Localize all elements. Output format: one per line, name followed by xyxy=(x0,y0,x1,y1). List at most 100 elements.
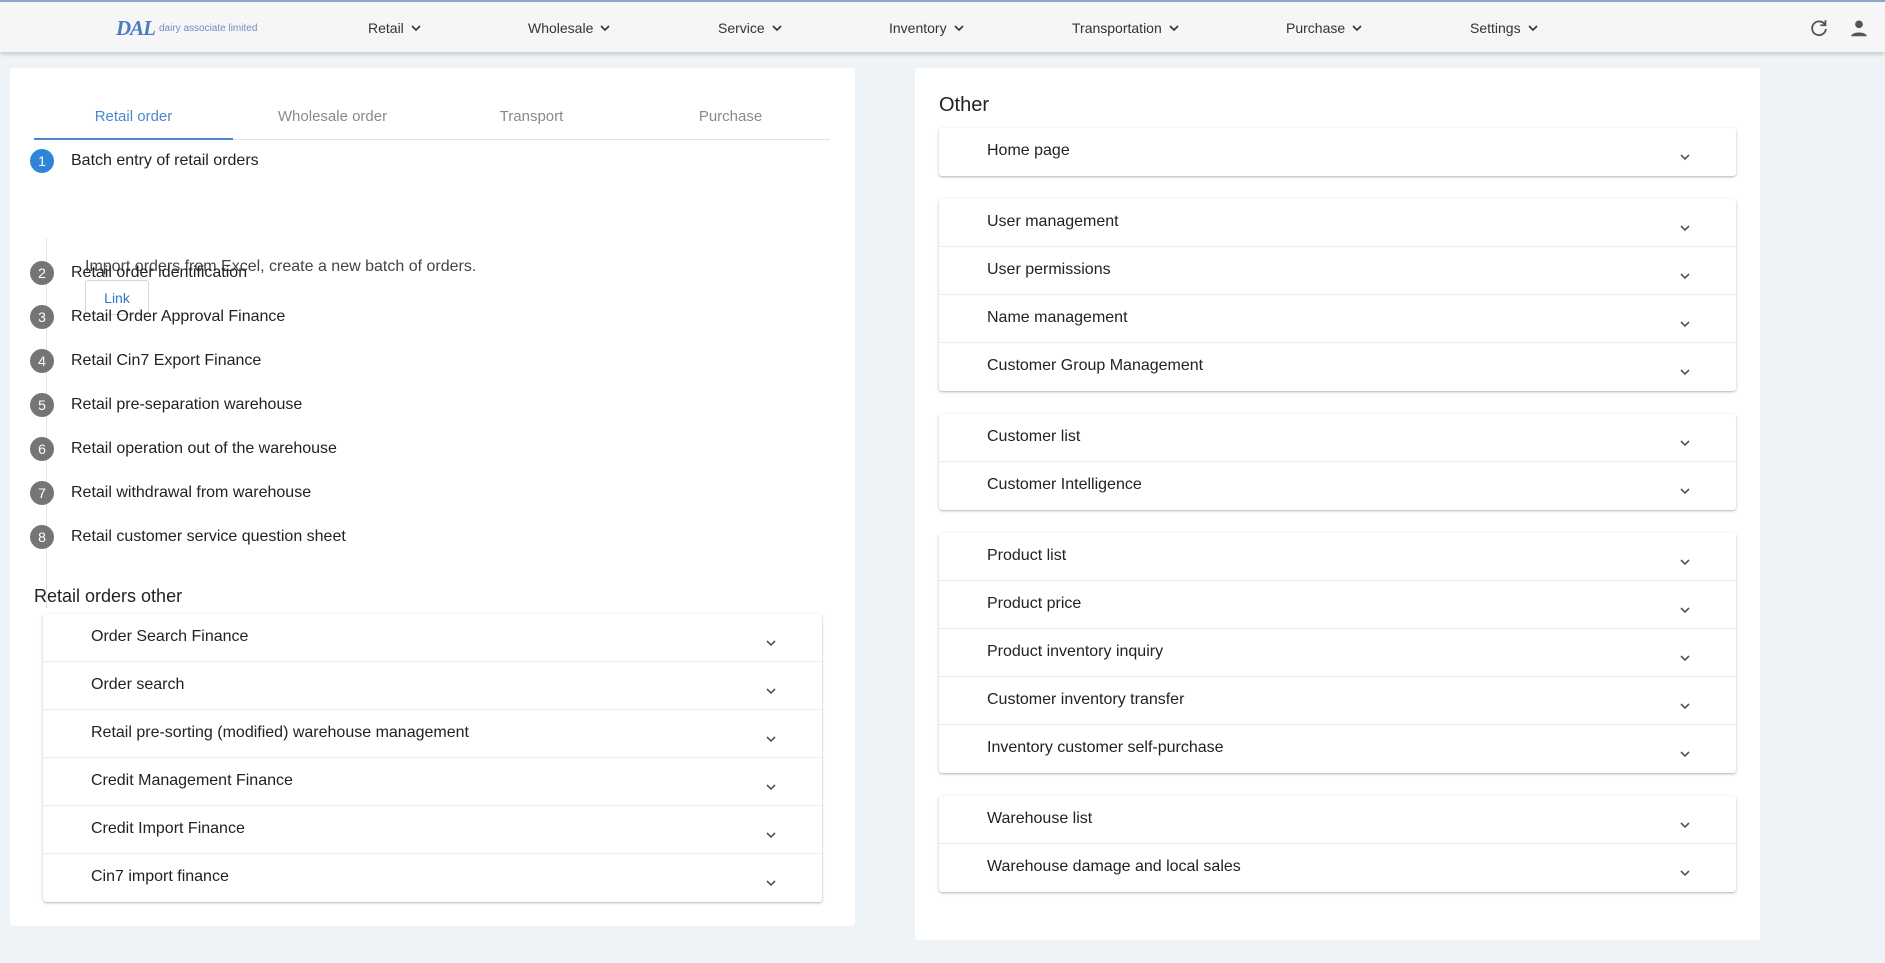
nav-label: Wholesale xyxy=(528,20,594,36)
chevron-down-icon xyxy=(1680,440,1690,447)
accordion-label: Credit Management Finance xyxy=(91,772,293,789)
nav-service[interactable]: Service xyxy=(718,20,783,36)
chevron-down-icon xyxy=(954,25,964,32)
chevron-down-icon xyxy=(766,880,776,887)
chevron-down-icon xyxy=(1352,25,1362,32)
home-accordion-group: Home page xyxy=(939,128,1736,176)
step-number: 3 xyxy=(30,305,54,329)
step-number: 1 xyxy=(30,149,54,173)
stepper-connector xyxy=(46,238,47,608)
accordion-label: Warehouse list xyxy=(987,810,1093,827)
accordion-item[interactable]: Customer list xyxy=(939,414,1736,462)
accordion-label: Customer inventory transfer xyxy=(987,691,1185,708)
accordion-label: Inventory customer self-purchase xyxy=(987,739,1224,756)
retail-workflow-panel: Retail order Wholesale order Transport P… xyxy=(10,68,855,926)
nav-inventory[interactable]: Inventory xyxy=(889,20,965,36)
user-account-icon[interactable] xyxy=(1848,17,1870,39)
chevron-down-icon xyxy=(1528,25,1538,32)
nav-label: Retail xyxy=(368,20,404,36)
accordion-item[interactable]: User permissions xyxy=(939,247,1736,295)
step-pre-separation[interactable]: 5 Retail pre-separation warehouse xyxy=(10,390,302,420)
accordion-label: Retail pre-sorting (modified) warehouse … xyxy=(91,724,469,741)
accordion-label: Warehouse damage and local sales xyxy=(987,858,1241,875)
accordion-item[interactable]: Customer inventory transfer xyxy=(939,677,1736,725)
chevron-down-icon xyxy=(1680,822,1690,829)
retail-other-accordion: Order Search Finance Order search Retail… xyxy=(43,614,822,902)
nav-purchase[interactable]: Purchase xyxy=(1286,20,1363,36)
nav-label: Purchase xyxy=(1286,20,1346,36)
accordion-item[interactable]: Product price xyxy=(939,581,1736,629)
warehouse-accordion-group: Warehouse list Warehouse damage and loca… xyxy=(939,796,1736,892)
dal-logo[interactable]: DAL dairy associate limited xyxy=(116,14,257,42)
tab-transport[interactable]: Transport xyxy=(432,92,631,139)
refresh-icon[interactable] xyxy=(1808,17,1830,39)
tab-purchase[interactable]: Purchase xyxy=(631,92,830,139)
accordion-label: Name management xyxy=(987,309,1128,326)
accordion-item[interactable]: Warehouse list xyxy=(939,796,1736,844)
tab-retail-order[interactable]: Retail order xyxy=(34,92,233,140)
chevron-down-icon xyxy=(1680,225,1690,232)
accordion-label: Product inventory inquiry xyxy=(987,643,1164,660)
accordion-item[interactable]: Name management xyxy=(939,295,1736,343)
accordion-item[interactable]: Inventory customer self-purchase xyxy=(939,725,1736,773)
accordion-label: Customer Intelligence xyxy=(987,476,1142,493)
step-batch-entry[interactable]: 1 Batch entry of retail orders xyxy=(10,146,259,176)
nav-label: Inventory xyxy=(889,20,947,36)
other-functions-panel: Other Home page User management User per… xyxy=(915,68,1760,940)
accordion-label: Order Search Finance xyxy=(91,628,249,645)
chevron-down-icon xyxy=(1680,607,1690,614)
step-number: 2 xyxy=(30,261,54,285)
accordion-item[interactable]: Credit Import Finance xyxy=(43,806,822,854)
accordion-item[interactable]: Product inventory inquiry xyxy=(939,629,1736,677)
other-title: Other xyxy=(939,94,990,116)
top-navigation-bar: DAL dairy associate limited Retail Whole… xyxy=(0,0,1885,52)
step-withdrawal[interactable]: 7 Retail withdrawal from warehouse xyxy=(10,478,311,508)
accordion-item[interactable]: Retail pre-sorting (modified) warehouse … xyxy=(43,710,822,758)
step-label: Retail Order Approval Finance xyxy=(71,308,286,325)
chevron-down-icon xyxy=(1680,369,1690,376)
nav-label: Service xyxy=(718,20,765,36)
chevron-down-icon xyxy=(766,832,776,839)
accordion-item[interactable]: Warehouse damage and local sales xyxy=(939,844,1736,892)
chevron-down-icon xyxy=(1169,25,1179,32)
chevron-down-icon xyxy=(1680,655,1690,662)
chevron-down-icon xyxy=(1680,321,1690,328)
accordion-label: Home page xyxy=(987,142,1070,159)
accordion-item[interactable]: Product list xyxy=(939,533,1736,581)
logo-mark: DAL xyxy=(116,15,156,40)
step-order-approval[interactable]: 3 Retail Order Approval Finance xyxy=(10,302,285,332)
nav-retail[interactable]: Retail xyxy=(368,20,422,36)
tab-wholesale-order[interactable]: Wholesale order xyxy=(233,92,432,139)
chevron-down-icon xyxy=(1680,703,1690,710)
accordion-item[interactable]: Customer Group Management xyxy=(939,343,1736,391)
accordion-item[interactable]: Order Search Finance xyxy=(43,614,822,662)
chevron-down-icon xyxy=(1680,559,1690,566)
step-number: 5 xyxy=(30,393,54,417)
nav-wholesale[interactable]: Wholesale xyxy=(528,20,611,36)
chevron-down-icon xyxy=(1680,154,1690,161)
accordion-label: Product price xyxy=(987,595,1082,612)
step-label: Retail order identification xyxy=(71,264,248,281)
accordion-item[interactable]: Home page xyxy=(939,128,1736,176)
nav-settings[interactable]: Settings xyxy=(1470,20,1539,36)
step-customer-service[interactable]: 8 Retail customer service question sheet xyxy=(10,522,346,552)
accordion-item[interactable]: Cin7 import finance xyxy=(43,854,822,902)
step-label: Retail withdrawal from warehouse xyxy=(71,484,312,501)
user-accordion-group: User management User permissions Name ma… xyxy=(939,199,1736,391)
customer-accordion-group: Customer list Customer Intelligence xyxy=(939,414,1736,510)
accordion-label: Customer Group Management xyxy=(987,357,1204,374)
accordion-label: User management xyxy=(987,213,1119,230)
step-operation-out[interactable]: 6 Retail operation out of the warehouse xyxy=(10,434,337,464)
product-accordion-group: Product list Product price Product inven… xyxy=(939,533,1736,773)
nav-transportation[interactable]: Transportation xyxy=(1072,20,1180,36)
accordion-item[interactable]: Customer Intelligence xyxy=(939,462,1736,510)
step-cin7-export[interactable]: 4 Retail Cin7 Export Finance xyxy=(10,346,261,376)
accordion-item[interactable]: Order search xyxy=(43,662,822,710)
chevron-down-icon xyxy=(1680,488,1690,495)
accordion-label: Credit Import Finance xyxy=(91,820,245,837)
step-number: 8 xyxy=(30,525,54,549)
accordion-label: User permissions xyxy=(987,261,1111,278)
accordion-item[interactable]: User management xyxy=(939,199,1736,247)
accordion-item[interactable]: Credit Management Finance xyxy=(43,758,822,806)
step-order-identification[interactable]: 2 Retail order identification xyxy=(10,258,247,288)
